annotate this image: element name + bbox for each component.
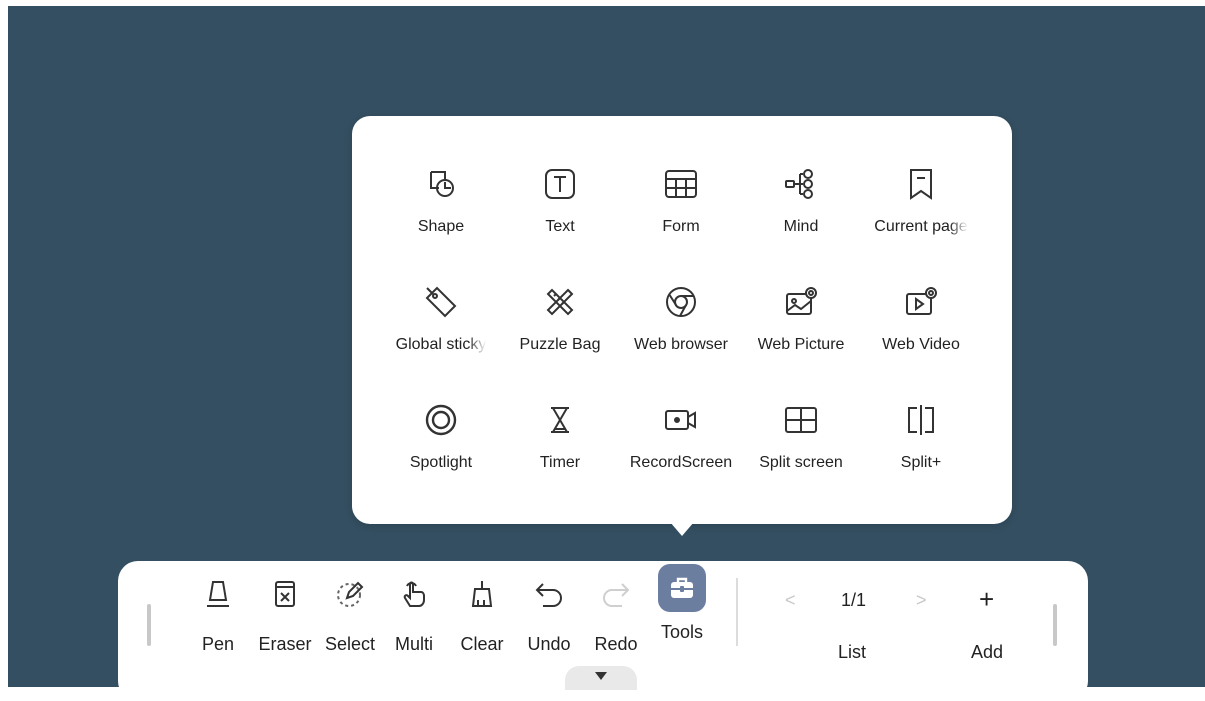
spotlight-icon xyxy=(425,404,457,436)
table-icon xyxy=(665,170,697,198)
shape-icon xyxy=(430,171,454,197)
prev-page-icon[interactable]: < xyxy=(785,590,796,611)
next-page-icon[interactable]: > xyxy=(916,590,927,611)
tool-label: Split screen xyxy=(759,454,843,471)
eraser-icon xyxy=(275,581,295,607)
tool-label: Web Picture xyxy=(757,336,845,353)
browser-icon xyxy=(666,287,696,317)
tool-web-browser[interactable]: Web browser xyxy=(626,278,736,378)
tool-puzzle-bag[interactable]: Puzzle Bag xyxy=(505,278,615,378)
tool-form[interactable]: Form xyxy=(626,160,736,260)
text-icon xyxy=(545,169,575,199)
redo-icon xyxy=(603,583,630,607)
multi-label: Multi xyxy=(394,634,433,654)
tool-label: Puzzle Bag xyxy=(519,336,601,353)
tools-button[interactable]: Tools xyxy=(650,562,714,672)
eraser-button[interactable]: Eraser xyxy=(256,562,314,672)
tool-timer[interactable]: Timer xyxy=(505,396,615,496)
tool-label: Form xyxy=(662,218,700,235)
clear-label: Clear xyxy=(460,634,504,654)
tool-label: Web Video xyxy=(882,336,960,353)
multi-touch-icon xyxy=(403,581,425,607)
pen-button[interactable]: Pen xyxy=(194,562,242,672)
tool-record-screen[interactable]: RecordScreen xyxy=(626,396,736,496)
tool-label: Web browser xyxy=(634,336,728,353)
tool-global-sticky[interactable]: Global sticky xyxy=(386,278,496,378)
tool-web-picture[interactable]: Web Picture xyxy=(746,278,856,378)
add-page-icon[interactable]: + xyxy=(979,584,994,615)
tool-label: RecordScreen xyxy=(629,454,733,471)
caret-down-icon xyxy=(595,672,607,680)
tool-web-video[interactable]: Web Video xyxy=(866,278,976,378)
hourglass-icon xyxy=(551,407,569,433)
tool-label: Spotlight xyxy=(409,454,473,471)
tools-label: Tools xyxy=(660,622,704,642)
popup-arrow xyxy=(670,522,694,536)
tag-icon xyxy=(425,286,457,318)
list-button[interactable]: List xyxy=(838,642,866,663)
tool-label: Text xyxy=(545,218,575,235)
select-label: Select xyxy=(324,634,376,654)
clear-button[interactable]: Clear xyxy=(458,562,506,672)
tools-popup: Shape Text Form Mind Current page Global… xyxy=(352,116,1012,524)
tool-label: Mind xyxy=(783,218,819,235)
pen-label: Pen xyxy=(201,634,235,654)
undo-button[interactable]: Undo xyxy=(524,562,574,672)
toolbox-icon xyxy=(671,577,693,598)
undo-label: Undo xyxy=(527,634,571,654)
tool-text[interactable]: Text xyxy=(505,160,615,260)
eraser-label: Eraser xyxy=(258,634,312,654)
tool-mind[interactable]: Mind xyxy=(746,160,856,260)
tool-label: Global sticky xyxy=(395,336,487,353)
tool-split-screen[interactable]: Split screen xyxy=(746,396,856,496)
toolbar-left-handle[interactable] xyxy=(147,604,151,646)
tool-current-page[interactable]: Current page xyxy=(866,160,976,260)
bookmark-icon xyxy=(910,169,932,200)
tool-spotlight[interactable]: Spotlight xyxy=(386,396,496,496)
pen-icon xyxy=(207,581,229,607)
collapse-toolbar-tab[interactable] xyxy=(565,666,637,690)
select-button[interactable]: Select xyxy=(322,562,378,672)
undo-icon xyxy=(535,583,562,607)
tool-label: Timer xyxy=(539,454,581,471)
broom-icon xyxy=(471,581,493,607)
tool-label: Shape xyxy=(417,218,465,235)
redo-button[interactable]: Redo xyxy=(592,562,640,672)
tool-split-plus[interactable]: Split+ xyxy=(866,396,976,496)
web-video-icon xyxy=(906,287,937,315)
toolbar-right-handle[interactable] xyxy=(1053,604,1057,646)
mindmap-icon xyxy=(785,169,813,199)
web-picture-icon xyxy=(786,287,817,315)
puzzle-ruler-icon xyxy=(546,288,574,316)
redo-label: Redo xyxy=(594,634,638,654)
tool-label: Current page xyxy=(874,218,968,235)
page-indicator: 1/1 xyxy=(841,590,867,610)
split-screen-icon xyxy=(785,407,817,433)
lasso-select-icon xyxy=(337,581,364,607)
record-screen-icon xyxy=(665,410,696,430)
add-page-button[interactable]: Add xyxy=(971,642,1003,663)
split-plus-icon xyxy=(908,405,934,435)
tool-label: Split+ xyxy=(900,454,942,471)
tool-shape[interactable]: Shape xyxy=(386,160,496,260)
multi-button[interactable]: Multi xyxy=(390,562,438,672)
toolbar-divider xyxy=(736,578,738,646)
